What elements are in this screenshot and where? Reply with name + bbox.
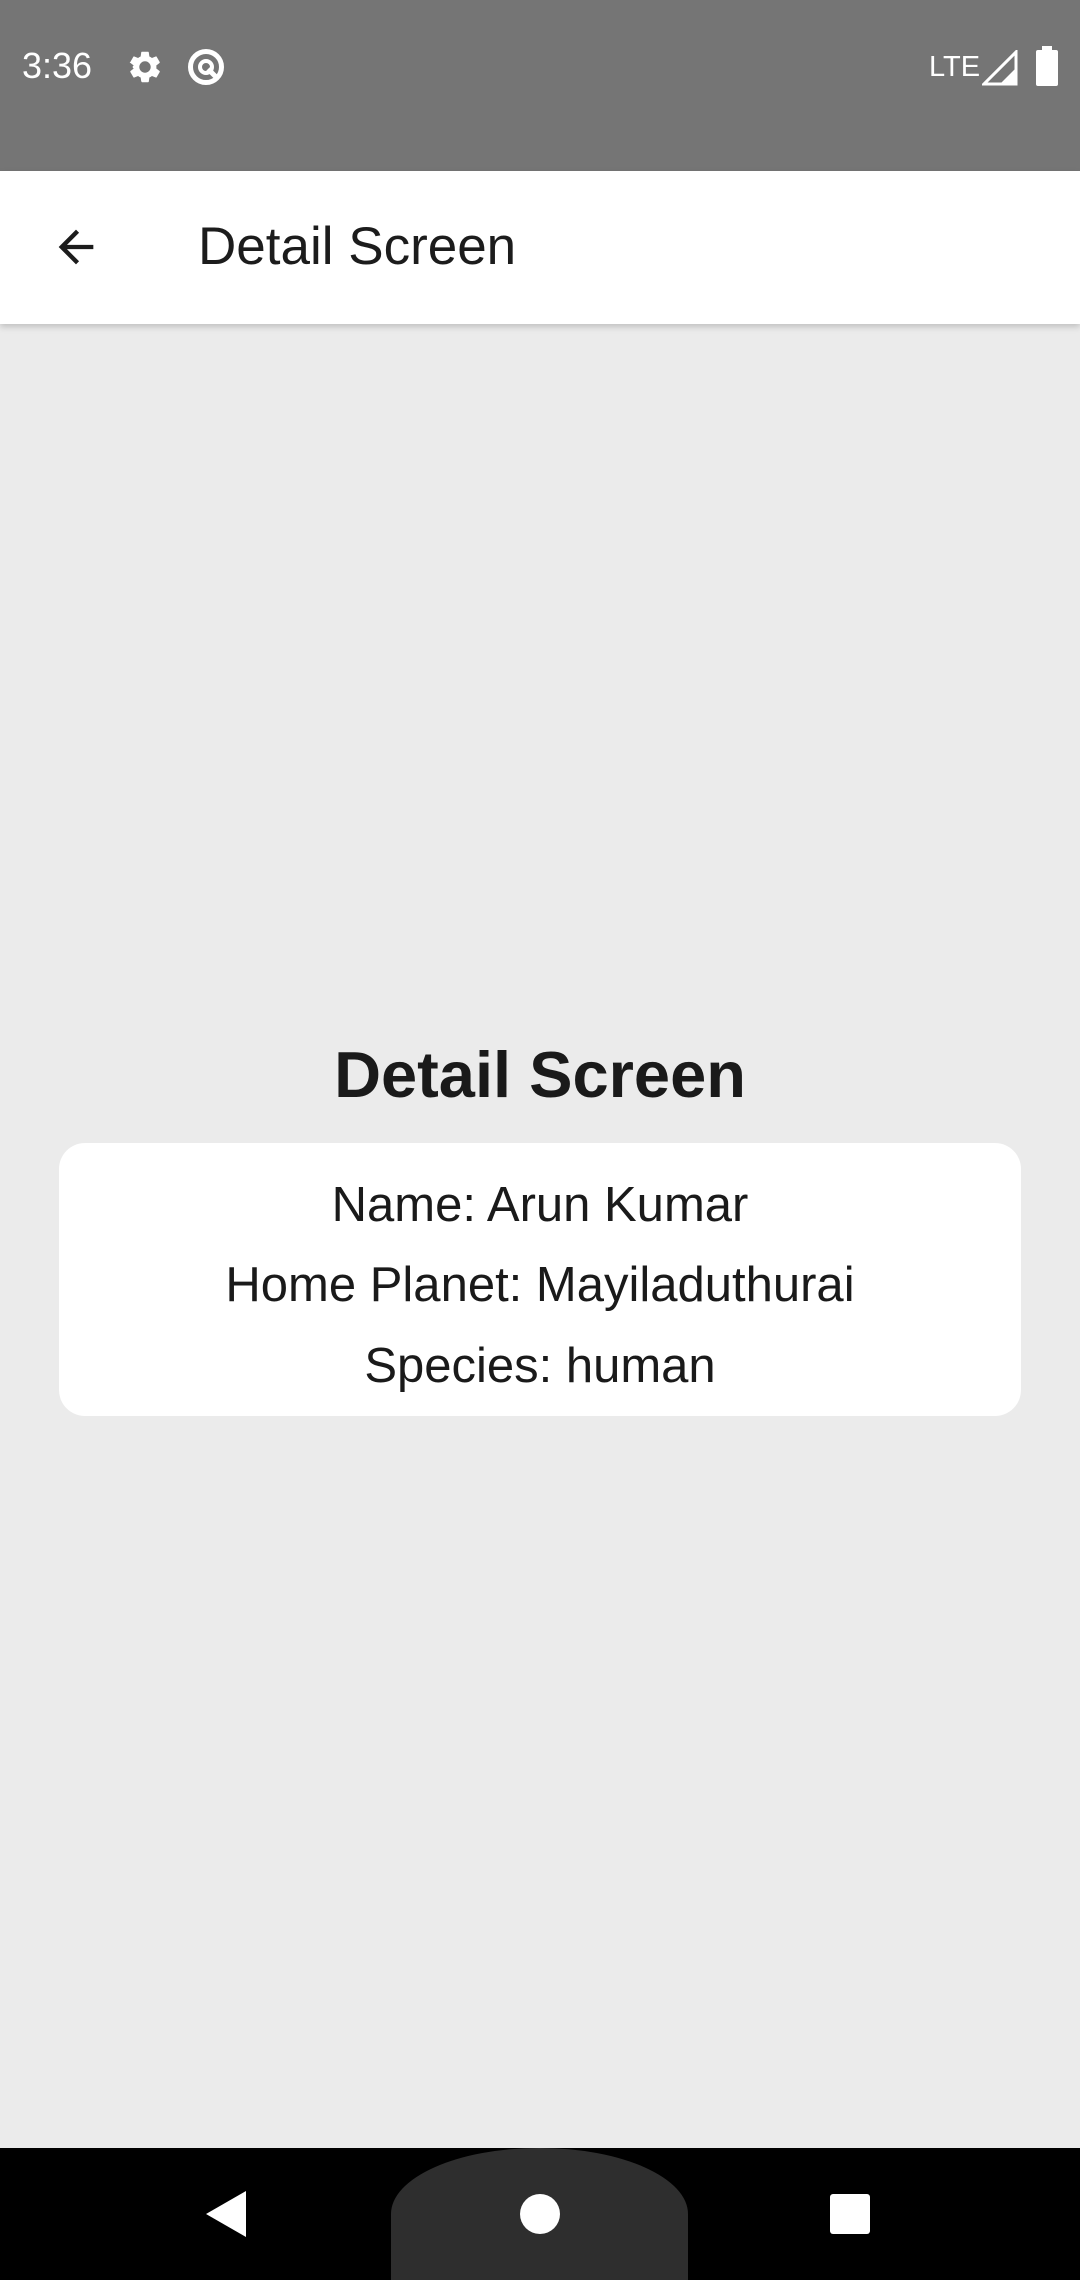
detail-species: Species: human <box>364 1339 716 1393</box>
signal-icon <box>982 50 1018 86</box>
app-bar: Detail Screen <box>0 171 1080 324</box>
vpn-icon <box>188 49 224 85</box>
nav-home-icon <box>520 2194 560 2234</box>
back-button[interactable] <box>30 201 122 293</box>
nav-recents-icon <box>830 2194 870 2234</box>
app-bar-title: Detail Screen <box>198 217 517 276</box>
detail-name: Name: Arun Kumar <box>331 1178 749 1232</box>
settings-icon <box>129 51 160 83</box>
nav-home-button[interactable] <box>500 2164 580 2264</box>
nav-back-button[interactable] <box>186 2164 266 2264</box>
system-nav-bar <box>0 2148 1080 2280</box>
nav-back-icon <box>206 2191 246 2237</box>
status-bar: 3:36 LTE <box>0 0 1080 171</box>
detail-home-planet: Home Planet: Mayiladuthurai <box>225 1258 855 1312</box>
network-type-label: LTE <box>929 51 981 83</box>
nav-recents-button[interactable] <box>810 2164 890 2264</box>
detail-card: Name: Arun Kumar Home Planet: Mayiladuth… <box>59 1143 1021 1416</box>
page-heading: Detail Screen <box>334 1038 746 1111</box>
arrow-back-icon <box>58 229 94 265</box>
battery-icon <box>1036 46 1058 86</box>
status-time: 3:36 <box>22 45 93 86</box>
